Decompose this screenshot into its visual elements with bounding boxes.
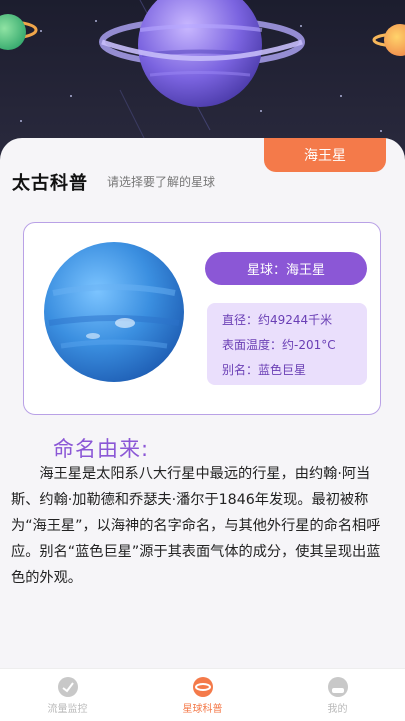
planet-stats-box: 直径：约49244千米 表面温度：约-201°C 别名：蓝色巨星: [207, 303, 367, 385]
planet-icon: [192, 676, 213, 697]
gauge-icon: [57, 676, 78, 697]
tab-profile[interactable]: 我的: [270, 669, 405, 721]
tab-label: 星球科普: [182, 703, 223, 715]
alias-text: 别名：蓝色巨星: [222, 363, 307, 377]
naming-origin-text: 海王星是太阳系八大行星中最远的行星，由约翰·阿当斯、约翰·加勒德和乔瑟夫·潘尔于…: [11, 466, 381, 586]
profile-icon: [327, 676, 348, 697]
planet-name-pill: 星球：海王星: [205, 252, 367, 285]
bottom-tab-bar: 流量监控 星球科普 我的: [0, 668, 405, 721]
surface-temp-text: 表面温度：约-201°C: [222, 338, 336, 352]
tab-traffic-monitor[interactable]: 流量监控: [0, 669, 135, 721]
app-title: 太古科普: [12, 173, 88, 194]
neptune-image: [44, 242, 184, 382]
naming-origin-title: 命名由来:: [53, 437, 150, 461]
selected-planet-tab[interactable]: 海王星: [264, 138, 386, 172]
diameter-text: 直径：约49244千米: [222, 313, 333, 327]
tab-planet-science[interactable]: 星球科普: [135, 669, 270, 721]
planet-select-hint: 请选择要了解的星球: [107, 175, 216, 189]
tab-label: 流量监控: [47, 703, 88, 715]
tab-label: 我的: [327, 703, 348, 715]
